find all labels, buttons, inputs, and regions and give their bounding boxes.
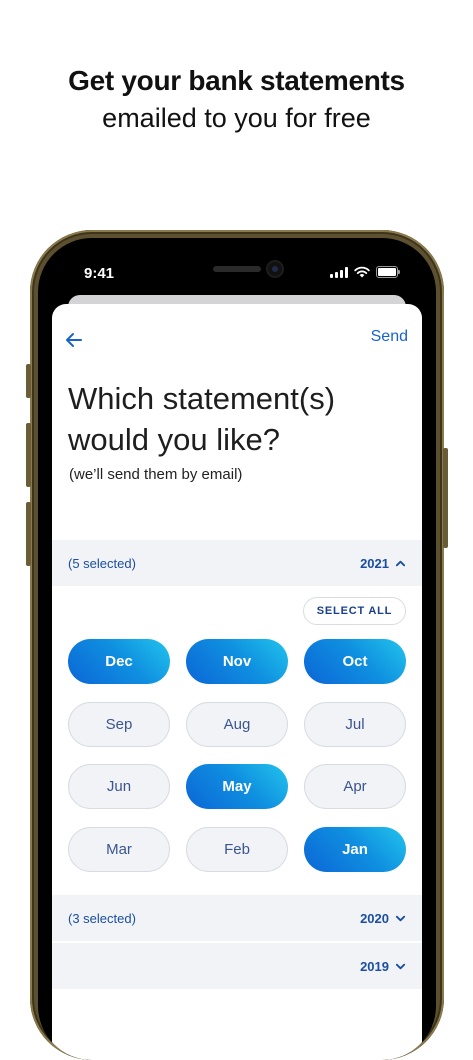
statement-sheet: Send Which statement(s) would you like? …: [52, 304, 422, 1060]
year-section-2020[interactable]: (3 selected) 2020: [52, 895, 422, 941]
month-button-feb[interactable]: Feb: [186, 827, 288, 872]
year-section-2021[interactable]: (5 selected) 2021: [52, 540, 422, 586]
cellular-signal-icon: [330, 266, 348, 278]
headline-line-1: Get your bank statements: [68, 65, 405, 96]
phone-frame: 9:41 Send Which statement(s) would you l…: [26, 230, 448, 1060]
volume-up-button: [26, 423, 31, 487]
front-camera: [268, 262, 282, 276]
status-time: 9:41: [84, 265, 115, 282]
power-button: [443, 448, 448, 548]
month-button-jul[interactable]: Jul: [304, 702, 406, 747]
month-button-jan[interactable]: Jan: [304, 827, 406, 872]
headline-line-2: emailed to you for free: [102, 103, 371, 133]
year-toggle-2019[interactable]: 2019: [360, 959, 406, 974]
page-title-line-1: Which statement(s): [68, 381, 336, 416]
month-button-may[interactable]: May: [186, 764, 288, 809]
year-label: 2020: [360, 910, 389, 926]
side-button: [26, 364, 31, 398]
selected-count: (3 selected): [68, 910, 136, 926]
month-button-jun[interactable]: Jun: [68, 764, 170, 809]
chevron-down-icon: [395, 915, 406, 921]
volume-down-button: [26, 502, 31, 566]
chevron-down-icon: [395, 963, 406, 969]
wifi-icon: [354, 266, 370, 278]
year-label: 2019: [360, 958, 389, 974]
select-all-button[interactable]: SELECT ALL: [303, 597, 406, 625]
year-label: 2021: [360, 555, 389, 571]
phone-screen: 9:41 Send Which statement(s) would you l…: [38, 238, 436, 1060]
marketing-headline: Get your bank statements emailed to you …: [0, 62, 473, 136]
month-button-oct[interactable]: Oct: [304, 639, 406, 684]
battery-icon: [376, 266, 400, 278]
month-button-mar[interactable]: Mar: [68, 827, 170, 872]
year-section-2019[interactable]: 2019: [52, 943, 422, 989]
year-toggle-2021[interactable]: 2021: [360, 556, 406, 571]
month-button-apr[interactable]: Apr: [304, 764, 406, 809]
month-button-sep[interactable]: Sep: [68, 702, 170, 747]
year-toggle-2020[interactable]: 2020: [360, 911, 406, 926]
month-button-aug[interactable]: Aug: [186, 702, 288, 747]
selected-count: (5 selected): [68, 555, 136, 571]
page-title-line-2: would you like?: [68, 422, 280, 457]
month-button-nov[interactable]: Nov: [186, 639, 288, 684]
back-arrow-icon[interactable]: [62, 328, 86, 352]
chevron-up-icon: [395, 560, 406, 566]
speaker: [213, 266, 261, 272]
page-subtitle: (we’ll send them by email): [69, 466, 243, 483]
month-button-dec[interactable]: Dec: [68, 639, 170, 684]
page-title: Which statement(s) would you like?: [68, 378, 388, 460]
send-button[interactable]: Send: [371, 328, 408, 346]
status-icons: [330, 266, 400, 278]
